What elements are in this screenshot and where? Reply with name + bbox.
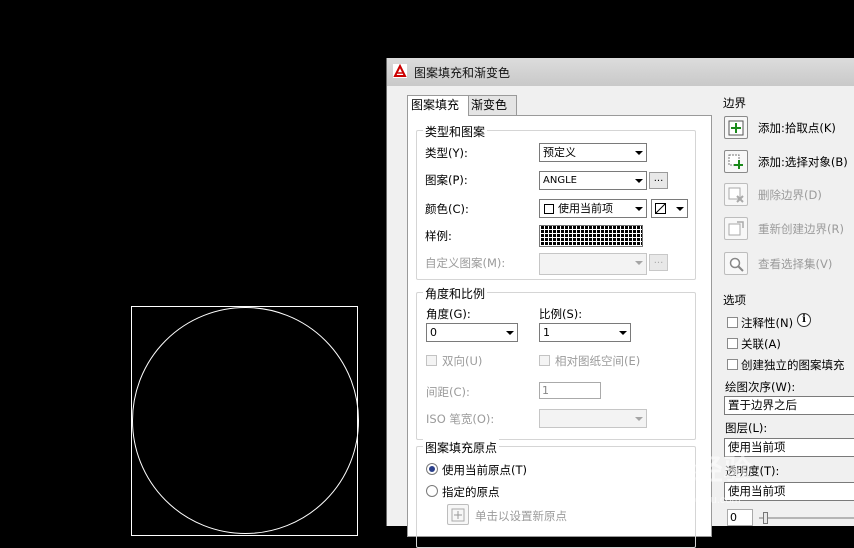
add-pick-points-button[interactable] <box>724 116 748 139</box>
pattern-select-value: ANGLE <box>543 175 577 186</box>
transparency-value-input[interactable]: 0 <box>727 509 753 526</box>
dialog-titlebar[interactable]: 图案填充和渐变色 <box>387 58 854 87</box>
recreate-boundary-button[interactable] <box>724 217 748 240</box>
relative-paperspace-label: 相对图纸空间(E) <box>555 354 641 368</box>
spacing-input[interactable]: 1 <box>539 382 601 399</box>
scale-label: 比例(S): <box>539 307 583 321</box>
scale-select-value: 1 <box>543 326 550 339</box>
chevron-down-icon <box>635 417 643 421</box>
use-current-origin-radio[interactable] <box>426 463 438 475</box>
pattern-label: 图案(P): <box>425 173 468 187</box>
hatch-gradient-dialog: 图案填充和渐变色 图案填充 渐变色 类型和图案 类型(Y): 预定义 图案(P)… <box>386 58 854 548</box>
add-select-objects-button[interactable] <box>724 150 748 173</box>
layer-label: 图层(L): <box>725 421 768 435</box>
set-origin-button[interactable] <box>447 504 469 525</box>
color-label: 颜色(C): <box>425 202 469 216</box>
recreate-boundary-icon <box>728 221 744 236</box>
group-title-angle-scale: 角度和比例 <box>423 285 488 302</box>
chevron-down-icon <box>635 179 643 183</box>
dialog-title: 图案填充和渐变色 <box>414 66 511 80</box>
view-selections-button[interactable] <box>724 252 748 275</box>
type-select[interactable]: 预定义 <box>539 143 647 162</box>
pattern-sample-preview[interactable] <box>539 225 643 247</box>
remove-boundary-icon <box>728 187 744 203</box>
pattern-browse-button[interactable]: ... <box>649 172 668 189</box>
sample-label: 样例: <box>425 229 452 243</box>
group-title-origin: 图案填充原点 <box>423 439 500 456</box>
circle-shape[interactable] <box>132 307 359 534</box>
custom-pattern-select[interactable] <box>539 253 647 275</box>
annotative-checkbox[interactable] <box>727 317 738 328</box>
dialog-body: 图案填充 渐变色 类型和图案 类型(Y): 预定义 图案(P): ANGLE .… <box>387 86 854 548</box>
pattern-select[interactable]: ANGLE <box>539 171 647 190</box>
specified-origin-label: 指定的原点 <box>442 485 500 499</box>
remove-boundaries-label: 删除边界(D) <box>758 188 822 202</box>
no-color-icon <box>655 203 666 214</box>
angle-scale-group: 角度和比例 角度(G): 0 比例(S): 1 双向(U) 相对图纸空间(E) … <box>416 285 696 440</box>
select-objects-icon <box>728 154 743 169</box>
chevron-down-icon <box>635 151 643 155</box>
specified-origin-radio[interactable] <box>426 485 438 497</box>
group-title-type-pattern: 类型和图案 <box>423 123 488 140</box>
chevron-down-icon <box>506 331 514 335</box>
double-checkbox[interactable] <box>426 355 437 366</box>
crosshair-icon <box>451 508 465 522</box>
tab-hatch[interactable]: 图案填充 <box>407 95 469 116</box>
background-color-select[interactable] <box>651 199 688 218</box>
iso-pen-width-label: ISO 笔宽(O): <box>426 412 495 426</box>
type-label: 类型(Y): <box>425 146 468 160</box>
angle-label: 角度(G): <box>426 307 471 321</box>
boundaries-title: 边界 <box>723 96 746 110</box>
chevron-down-icon <box>635 207 643 211</box>
spacing-label: 间距(C): <box>426 385 470 399</box>
type-pattern-group: 类型和图案 类型(Y): 预定义 图案(P): ANGLE ... 颜色(C):… <box>416 123 696 280</box>
recreate-boundary-label: 重新创建边界(R) <box>758 222 844 236</box>
use-current-origin-label: 使用当前原点(T) <box>442 463 527 477</box>
draw-order-select[interactable]: 置于边界之后 <box>724 396 854 415</box>
baidu-watermark: Bai经验 <box>648 454 753 485</box>
custom-pattern-label: 自定义图案(M): <box>425 256 506 270</box>
chevron-down-icon <box>619 331 627 335</box>
add-pick-points-label[interactable]: 添加:拾取点(K) <box>758 120 836 136</box>
transparency-slider-track[interactable] <box>759 517 854 519</box>
view-selections-label: 查看选择集(V) <box>758 257 833 271</box>
remove-boundaries-button[interactable] <box>724 183 748 206</box>
angle-select[interactable]: 0 <box>426 323 518 342</box>
chevron-down-icon <box>635 261 643 265</box>
magnifier-icon <box>729 257 744 272</box>
info-icon[interactable]: i <box>797 313 811 327</box>
separate-hatches-label: 创建独立的图案填充 <box>741 358 845 372</box>
color-select-value: 使用当前项 <box>558 202 613 215</box>
color-select[interactable]: 使用当前项 <box>539 199 647 218</box>
scale-select[interactable]: 1 <box>539 323 631 342</box>
color-swatch-icon <box>544 204 554 214</box>
type-select-value: 预定义 <box>543 146 576 159</box>
add-select-objects-label[interactable]: 添加:选择对象(B) <box>758 154 848 170</box>
relative-paperspace-checkbox[interactable] <box>539 355 550 366</box>
double-label: 双向(U) <box>442 354 483 368</box>
chevron-down-icon <box>676 207 684 211</box>
custom-pattern-browse-button[interactable]: ... <box>649 254 668 271</box>
drawing-canvas[interactable] <box>0 0 386 536</box>
set-origin-label: 单击以设置新原点 <box>475 509 567 523</box>
associative-checkbox[interactable] <box>727 338 738 349</box>
transparency-slider-thumb[interactable] <box>763 512 768 524</box>
pick-point-icon <box>728 120 744 136</box>
annotative-label: 注释性(N) <box>741 316 794 330</box>
baidu-watermark-url: jingyan.baidu.com <box>652 494 741 506</box>
tab-gradient[interactable]: 渐变色 <box>467 95 517 115</box>
iso-pen-width-select[interactable] <box>539 409 647 428</box>
angle-select-value: 0 <box>430 326 437 339</box>
autocad-logo-icon <box>393 64 407 78</box>
separate-hatches-checkbox[interactable] <box>727 359 738 370</box>
options-title: 选项 <box>723 293 746 307</box>
draw-order-label: 绘图次序(W): <box>725 380 796 394</box>
associative-label: 关联(A) <box>741 337 781 351</box>
